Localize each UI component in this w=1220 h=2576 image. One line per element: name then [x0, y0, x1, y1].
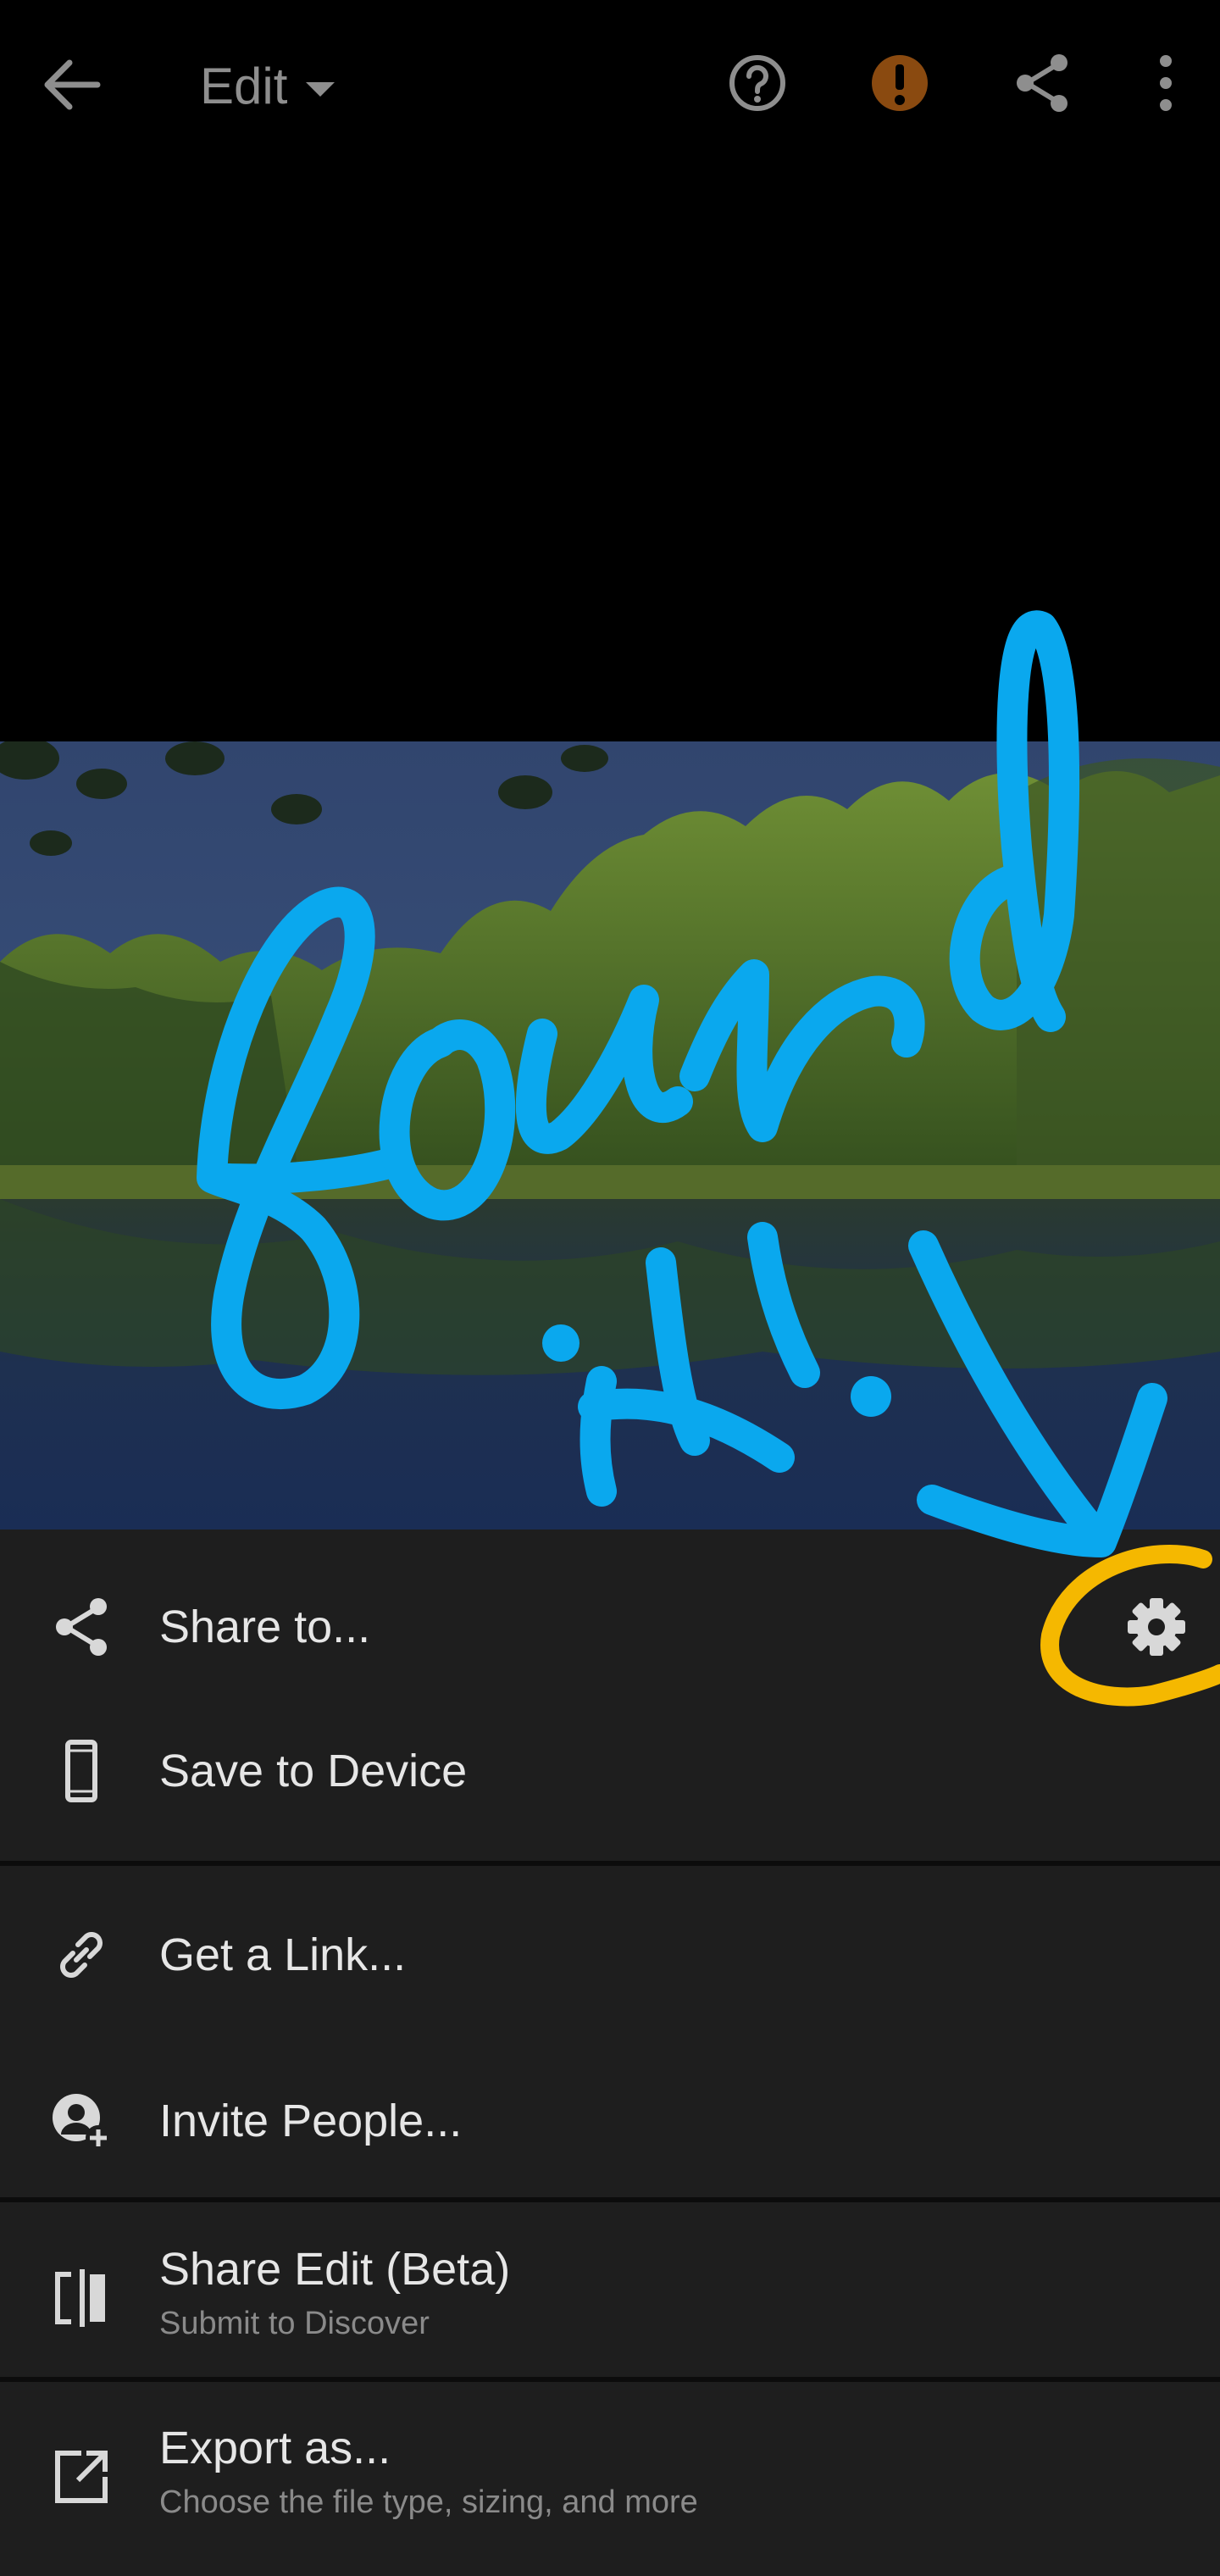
menu-item-sublabel: Choose the file type, sizing, and more: [159, 2484, 698, 2520]
edit-mode-dropdown[interactable]: Edit: [200, 47, 336, 124]
warning-icon[interactable]: [866, 49, 934, 117]
menu-item-label: Get a Link...: [159, 1929, 407, 1980]
help-icon[interactable]: [724, 49, 791, 117]
menu-item-get-link[interactable]: Get a Link...: [0, 1917, 1220, 1993]
menu-item-label: Save to Device: [159, 1746, 468, 1796]
menu-item-save-to-device[interactable]: Save to Device: [0, 1733, 1220, 1809]
menu-item-share-to[interactable]: Share to...: [0, 1589, 1220, 1665]
back-arrow-icon[interactable]: [34, 51, 110, 119]
link-icon: [60, 1932, 103, 1978]
menu-item-label: Export as...: [159, 2423, 391, 2473]
invite-person-icon: [53, 2094, 111, 2151]
share-icon[interactable]: [1008, 49, 1076, 117]
menu-item-label: Invite People...: [159, 2096, 463, 2146]
photo-preview: [0, 741, 1220, 1530]
menu-item-export-as[interactable]: Export as... Choose the file type, sizin…: [0, 2422, 1220, 2532]
divider: [0, 2377, 1220, 2382]
share-menu-sheet: Share to... Save to Device Get a Link...…: [0, 1530, 1220, 2576]
export-icon: [55, 2451, 108, 2503]
divider: [0, 2197, 1220, 2202]
menu-item-sublabel: Submit to Discover: [159, 2306, 430, 2341]
share-edit-icon: [55, 2269, 105, 2327]
page-title: Edit: [200, 57, 288, 114]
menu-item-label: Share to...: [159, 1602, 371, 1652]
phone-icon: [65, 1740, 97, 1802]
app-toolbar: Edit: [0, 0, 1220, 169]
menu-item-label: Share Edit (Beta): [159, 2244, 511, 2295]
share-icon: [56, 1598, 107, 1656]
menu-item-invite-people[interactable]: Invite People...: [0, 2083, 1220, 2159]
chevron-down-icon: [306, 81, 336, 97]
more-vertical-icon[interactable]: [1132, 49, 1200, 117]
gear-icon[interactable]: [1118, 1589, 1195, 1665]
divider: [0, 1861, 1220, 1866]
menu-item-share-edit[interactable]: Share Edit (Beta) Submit to Discover: [0, 2243, 1220, 2353]
